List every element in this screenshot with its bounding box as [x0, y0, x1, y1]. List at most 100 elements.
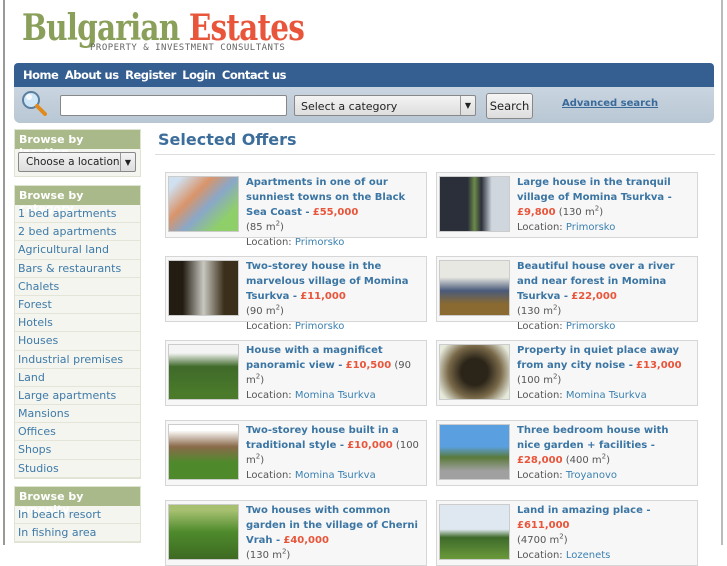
area-unit: m	[265, 306, 276, 317]
location-label: Location:	[246, 390, 292, 401]
sidebar-item-category[interactable]: Large apartments	[15, 387, 140, 406]
logo[interactable]: Bulgarian Estates	[22, 8, 305, 48]
offer-title[interactable]: Large house in the tranquil village of M…	[517, 177, 672, 203]
nav-home[interactable]: Home	[23, 68, 59, 82]
offer-area: (400 m2)	[565, 452, 611, 466]
sidebar-item-category[interactable]: Shops	[15, 441, 140, 460]
nav-login[interactable]: Login	[182, 68, 216, 82]
location-label: Location:	[246, 237, 292, 248]
sidebar-item-category[interactable]: Mansions	[15, 405, 140, 424]
area-exponent: 2	[559, 532, 564, 541]
area-exponent: 2	[594, 204, 600, 213]
offer-thumbnail[interactable]	[439, 260, 510, 316]
nav-contact[interactable]: Contact us	[222, 68, 287, 82]
offer-text: Three bedroom house with nice garden + f…	[517, 423, 695, 483]
offer-thumbnail[interactable]	[168, 344, 239, 400]
area-unit: m	[272, 550, 282, 561]
offer-thumbnail[interactable]	[439, 344, 510, 400]
area-exponent: 2	[552, 303, 558, 312]
offer-title[interactable]: Three bedroom house with nice garden + f…	[517, 425, 668, 451]
offer-card[interactable]: Two-storey house in the marvelous villag…	[165, 256, 427, 332]
offer-price: £10,000	[347, 440, 393, 451]
location-label: Location:	[246, 470, 292, 481]
sidebar-item-category[interactable]: Industrial premises	[15, 351, 140, 369]
sidebar-item-category[interactable]: Studios	[15, 460, 140, 478]
sidebar-item-category[interactable]: Agricultural land	[15, 241, 140, 260]
offer-card[interactable]: Two houses with common garden in the vil…	[165, 500, 427, 566]
search-input[interactable]	[60, 95, 287, 116]
offer-text: Large house in the tranquil village of M…	[517, 175, 695, 235]
offer-location[interactable]: Lozenets	[566, 550, 611, 561]
advanced-search-link[interactable]: Advanced search	[562, 98, 658, 109]
nav-register[interactable]: Register	[125, 68, 176, 82]
offer-location[interactable]: Primorsko	[566, 222, 615, 233]
location-label: Location:	[517, 321, 563, 332]
offer-location[interactable]: Momina Tsurkva	[295, 470, 376, 481]
offer-price: £9,800	[517, 207, 556, 218]
sidebar-item-category[interactable]: Forest	[15, 296, 140, 315]
offer-price: £13,000	[636, 360, 682, 371]
amenity-heading: Browse by amenity	[15, 487, 140, 516]
offer-card[interactable]: Apartments in one of our sunniest towns …	[165, 172, 427, 248]
offer-text: Two-storey house built in a traditional …	[246, 423, 424, 483]
area-value: 4700	[520, 535, 547, 546]
offer-card[interactable]: Two-storey house built in a traditional …	[165, 420, 427, 486]
offer-text: Two-storey house in the marvelous villag…	[246, 259, 424, 334]
location-label: Location:	[246, 321, 292, 332]
offer-title[interactable]: Land in amazing place -	[517, 505, 651, 516]
offer-thumbnail[interactable]	[439, 424, 510, 480]
offer-text: Beautiful house over a river and near fo…	[517, 259, 695, 334]
offer-area: (130 m2)	[246, 547, 291, 561]
offer-title[interactable]: Two houses with common garden in the vil…	[246, 505, 418, 546]
offer-location[interactable]: Primorsko	[295, 237, 344, 248]
category-select[interactable]: Select a category ▼	[294, 95, 476, 116]
area-exponent: 2	[275, 303, 281, 312]
offer-location[interactable]: Primorsko	[566, 321, 615, 332]
sidebar-item-category[interactable]: Bars & restaurants	[15, 260, 140, 278]
area-exponent: 2	[255, 452, 261, 461]
area-value: 100	[520, 375, 540, 386]
sidebar-item-category[interactable]: Hotels	[15, 314, 140, 333]
offer-location[interactable]: Primorsko	[295, 321, 344, 332]
offer-thumbnail[interactable]	[168, 424, 239, 480]
area-exponent: 2	[255, 372, 261, 381]
offer-card[interactable]: Large house in the tranquil village of M…	[436, 172, 698, 238]
area-exponent: 2	[552, 372, 558, 381]
offer-thumbnail[interactable]	[168, 176, 239, 232]
nav-about[interactable]: About us	[65, 68, 119, 82]
offer-card[interactable]: Beautiful house over a river and near fo…	[436, 256, 698, 332]
offer-price: £55,000	[312, 207, 359, 218]
offer-thumbnail[interactable]	[168, 504, 239, 560]
sidebar-item-category[interactable]: Houses	[15, 332, 140, 351]
location-label: Location:	[517, 470, 563, 481]
offer-location[interactable]: Momina Tsurkva	[566, 390, 647, 401]
offer-card[interactable]: Land in amazing place - £611,000 (4700 m2…	[436, 500, 698, 566]
offer-text: House with a magnificet panoramic view -…	[246, 343, 424, 403]
sidebar-item-category[interactable]: Offices	[15, 423, 140, 442]
offer-location[interactable]: Troyanovo	[566, 470, 617, 481]
area-value: 90	[398, 360, 411, 371]
offer-text: Two houses with common garden in the vil…	[246, 503, 424, 563]
offer-card[interactable]: Three bedroom house with nice garden + f…	[436, 420, 698, 486]
sidebar-item-category[interactable]: 1 bed apartments	[15, 205, 140, 224]
sidebar-item-category[interactable]: Land	[15, 369, 140, 387]
sidebar-item-category[interactable]: 2 bed apartments	[15, 223, 140, 242]
sidebar-item-category[interactable]: Chalets	[15, 278, 140, 296]
location-select[interactable]: Choose a location ▼	[18, 152, 136, 172]
search-button[interactable]: Search	[486, 93, 533, 119]
offer-area: (90 m2)	[246, 303, 284, 317]
location-label: Location:	[517, 550, 563, 561]
offer-thumbnail[interactable]	[439, 176, 510, 232]
offer-location[interactable]: Momina Tsurkva	[295, 390, 376, 401]
offer-price: £22,000	[571, 291, 617, 302]
offer-card[interactable]: House with a magnificet panoramic view -…	[165, 340, 427, 406]
sidebar-item-amenity[interactable]: In fishing area	[15, 524, 140, 543]
offer-thumbnail[interactable]	[439, 504, 510, 560]
offer-thumbnail[interactable]	[168, 260, 239, 316]
area-unit: m	[549, 535, 560, 546]
area-unit: m	[591, 455, 602, 466]
location-label: Location:	[517, 390, 563, 401]
sidebar-item-amenity[interactable]: In beach resort	[15, 506, 140, 525]
offer-price: £28,000	[517, 455, 563, 466]
offer-card[interactable]: Property in quiet place away from any ci…	[436, 340, 698, 406]
